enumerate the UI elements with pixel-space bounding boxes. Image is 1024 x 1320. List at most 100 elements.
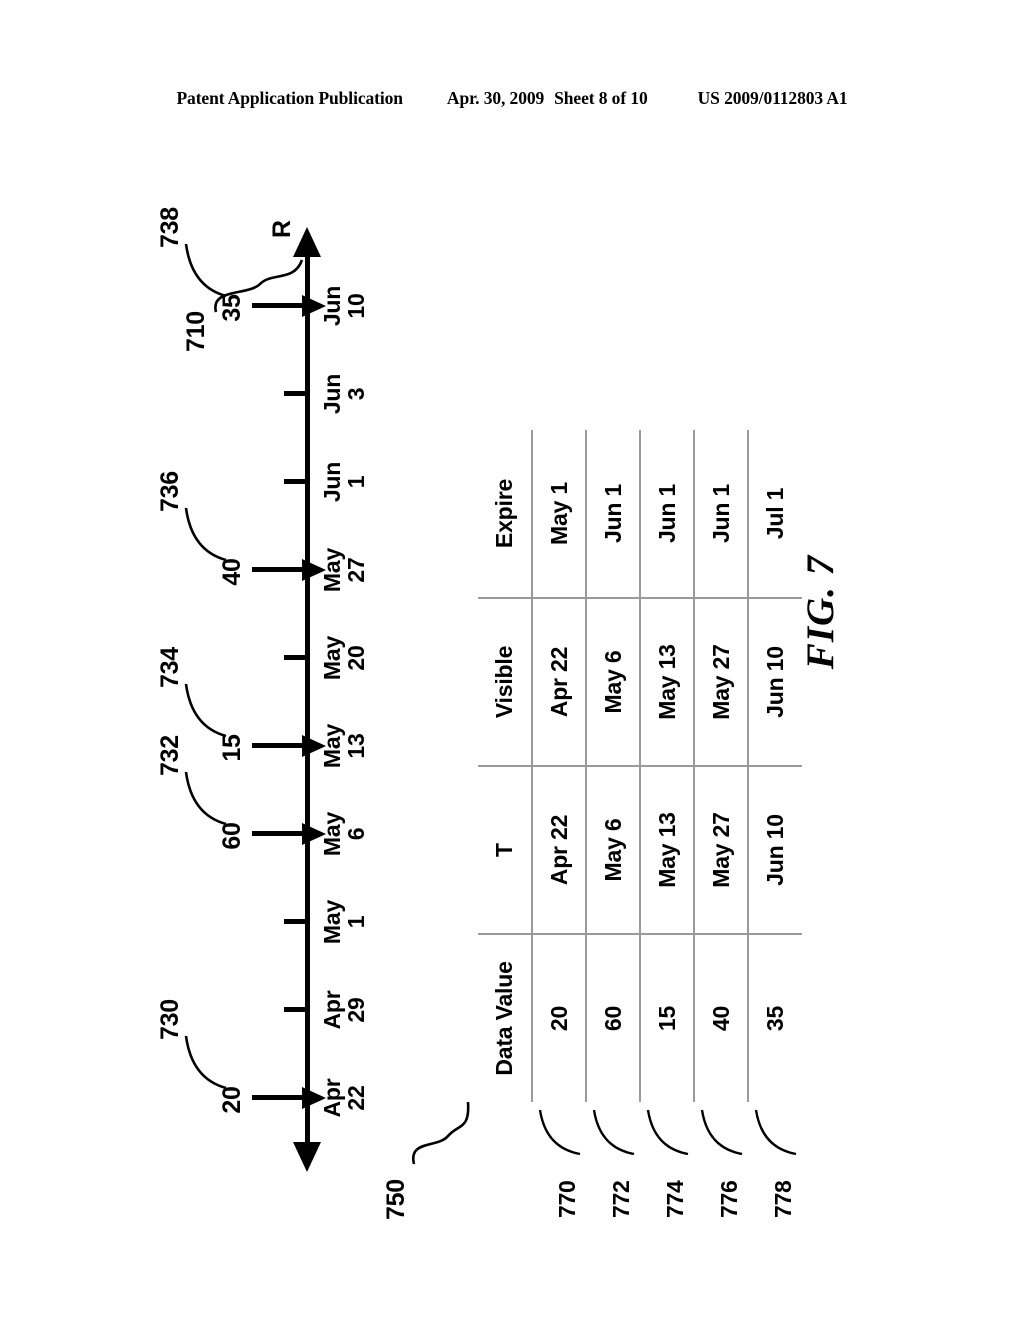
leader-line-774 <box>646 1109 689 1156</box>
tick-label-day: 6 <box>343 827 370 841</box>
axis-tick-label: Jun 3 <box>319 359 370 429</box>
leader-line-776 <box>700 1109 743 1156</box>
data-table: Data Value T Visible Expire 20 Apr 22 Apr … <box>478 430 802 1102</box>
leader-line-710 <box>214 259 304 313</box>
tick-label-day: 3 <box>343 387 370 401</box>
ref-numeral-776: 776 <box>716 1180 742 1218</box>
cell-visible: May 27 <box>694 598 748 766</box>
marker-arrow-shaft <box>252 743 308 748</box>
cell-expire: Jun 1 <box>694 430 748 598</box>
axis-tick-label: May 6 <box>319 799 370 869</box>
tick-label-month: Jun <box>319 373 345 415</box>
ref-numeral-774: 774 <box>662 1180 688 1218</box>
ref-numeral-778: 778 <box>770 1180 796 1218</box>
axis-arrowhead-left <box>293 1142 321 1172</box>
axis-tick <box>284 655 306 660</box>
cell-expire: May 1 <box>532 430 586 598</box>
leader-line-772 <box>592 1109 635 1156</box>
cell-t: May 13 <box>640 766 694 934</box>
col-header-visible: Visible <box>478 598 532 766</box>
axis-tick-label: Jun 1 <box>319 447 370 517</box>
tick-label-day: 27 <box>343 557 370 583</box>
figure-caption: FIG. 7 <box>799 554 842 670</box>
header-doc-number: US 2009/0112803 A1 <box>697 88 848 108</box>
tick-label-day: 22 <box>343 1085 370 1111</box>
axis-tick <box>284 391 306 396</box>
marker-arrow-shaft <box>252 1095 308 1100</box>
leader-line-770 <box>538 1109 581 1156</box>
tick-label-day: 1 <box>343 475 370 489</box>
tick-label-month: Apr <box>319 990 345 1030</box>
leader-line-778 <box>754 1109 797 1156</box>
axis-tick-label: Apr 22 <box>319 1063 370 1133</box>
cell-t: Apr 22 <box>532 766 586 934</box>
marker-arrow-shaft <box>252 831 308 836</box>
cell-expire: Jun 1 <box>586 430 640 598</box>
table-row: 20 Apr 22 Apr 22 May 1 <box>532 430 586 1102</box>
axis-tick-label: May 1 <box>319 887 370 957</box>
ref-numeral-772: 772 <box>608 1180 634 1218</box>
axis-tick-label: May 13 <box>319 711 370 781</box>
col-header-expire: Expire <box>478 430 532 598</box>
ref-numeral-750: 750 <box>382 1179 410 1220</box>
figure-7: R Apr 22 Apr 29 May 1 May 6 May 13 May 20 May 27 Jun 1 J… <box>156 207 842 1220</box>
marker-arrow-shaft <box>252 567 308 572</box>
ref-numeral-710: 710 <box>182 311 210 352</box>
leader-line-736 <box>184 507 227 562</box>
table-row: 15 May 13 May 13 Jun 1 <box>640 430 694 1102</box>
axis-tick-label: Apr 29 <box>319 975 370 1045</box>
ref-numeral-738: 738 <box>156 207 184 248</box>
col-header-t: T <box>478 766 532 934</box>
cell-data-value: 20 <box>532 934 586 1102</box>
axis-tick-label: Jun 10 <box>319 271 369 341</box>
marker-arrowhead <box>302 559 326 581</box>
cell-t: May 6 <box>586 766 640 934</box>
ref-numeral-732: 732 <box>156 735 184 776</box>
leader-line-732 <box>184 771 227 826</box>
table-body: 20 Apr 22 Apr 22 May 1 60 May 6 May 6 Jun 1 15 Ma… <box>532 430 802 1102</box>
ref-numeral-734: 734 <box>156 647 184 688</box>
ref-numeral-736: 736 <box>156 471 184 512</box>
cell-visible: May 6 <box>586 598 640 766</box>
cell-data-value: 35 <box>762 1005 788 1032</box>
table-row: 60 May 6 May 6 Jun 1 <box>586 430 640 1102</box>
timeline-axis: R Apr 22 Apr 29 May 1 May 6 May 13 May 20 May 27 Jun 1 J… <box>156 207 432 1190</box>
leader-line-750 <box>411 1101 470 1165</box>
leader-line-730 <box>184 1035 227 1090</box>
cell-t: May 27 <box>694 766 748 934</box>
header-date: Apr. 30, 2009 <box>446 88 545 108</box>
tick-label-month: May <box>319 899 345 945</box>
marker-arrowhead <box>302 823 326 845</box>
col-header-data-value: Data Value <box>491 961 517 1076</box>
data-table-wrapper: 750 Data Value T Visible Expire 20 Apr 22… <box>382 430 818 1220</box>
axis-tick-label: May 27 <box>319 535 370 605</box>
header-sheet: Sheet 8 of 10 <box>554 88 648 108</box>
tick-label-month: May <box>319 635 345 681</box>
axis-tick <box>284 1007 306 1012</box>
ref-numeral-730: 730 <box>156 999 184 1040</box>
cell-data-value: 15 <box>640 934 694 1102</box>
tick-label-day: 29 <box>343 997 370 1023</box>
tick-label-day: 1 <box>343 915 370 929</box>
cell-data-value: 40 <box>694 934 748 1102</box>
marker-arrowhead <box>302 735 326 757</box>
header-publication: Patent Application Publication <box>176 88 403 108</box>
marker-arrowhead <box>302 1087 326 1109</box>
axis-tick <box>284 919 306 924</box>
ref-numeral-770: 770 <box>554 1180 580 1218</box>
cell-t: Jun 10 <box>748 766 802 934</box>
cell-expire: Jun 1 <box>640 430 694 598</box>
cell-visible: Jun 10 <box>748 598 802 766</box>
cell-visible: May 13 <box>640 598 694 766</box>
table-row: 40 May 27 May 27 Jun 1 <box>694 430 748 1102</box>
axis-line <box>305 250 310 1150</box>
leader-line-734 <box>184 683 227 738</box>
table-row: 35 Jun 10 Jun 10 Jul 1 <box>748 430 802 1102</box>
tick-label-day: 13 <box>343 733 370 759</box>
cell-data-value: 60 <box>586 934 640 1102</box>
axis-tick-label: May 20 <box>319 623 369 693</box>
table-header-row: Data Value T Visible Expire <box>478 430 532 1102</box>
tick-label-month: Jun <box>319 461 345 503</box>
cell-expire: Jul 1 <box>748 430 802 598</box>
cell-visible: Apr 22 <box>532 598 586 766</box>
